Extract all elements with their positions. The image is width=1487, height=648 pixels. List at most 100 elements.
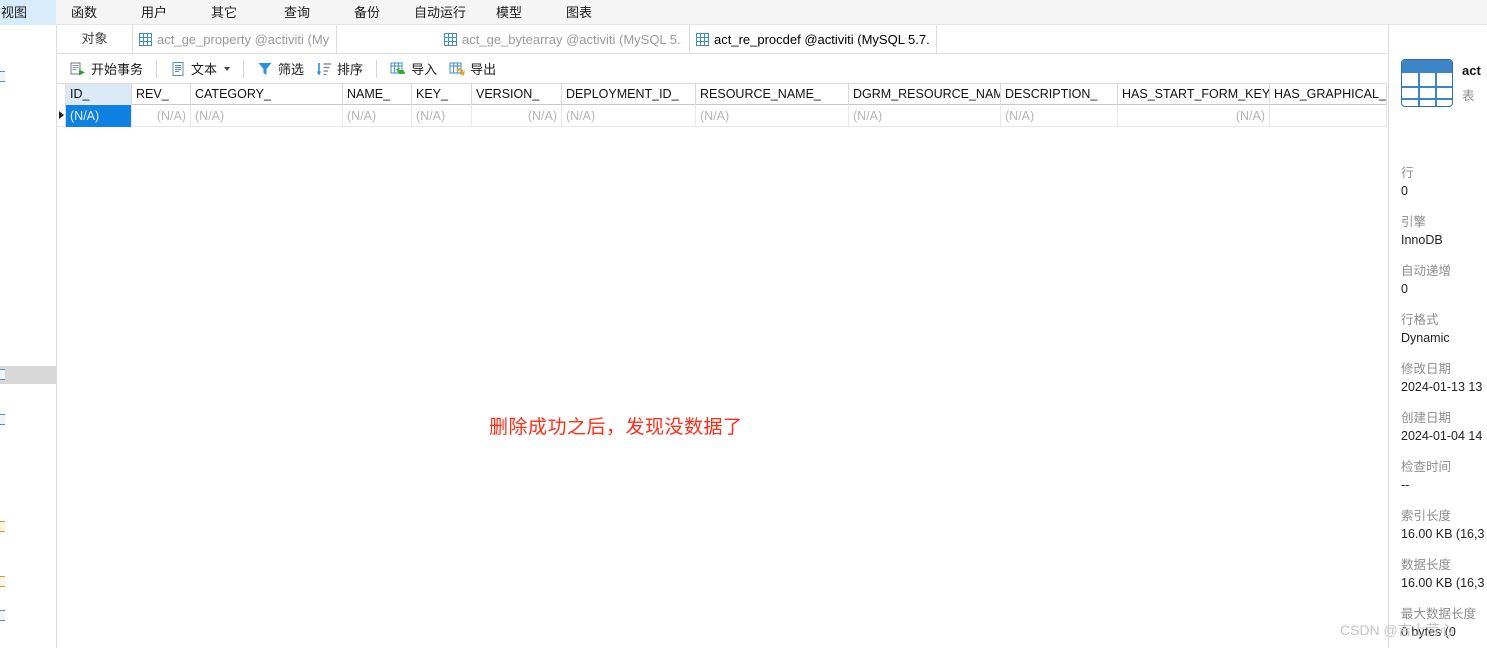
menu-item-0[interactable]: 视图 — [0, 0, 56, 25]
grid-cell-5[interactable]: (N/A) — [472, 105, 562, 127]
toolbar-button-5[interactable]: 导出 — [443, 57, 502, 81]
info-field-key: 数据长度 — [1401, 558, 1452, 572]
grid-corner-cell[interactable] — [57, 84, 66, 105]
toolbar-button-4[interactable]: 导入 — [384, 57, 443, 81]
sidebar-table-icon-2 — [0, 369, 5, 380]
info-panel-subtitle: 表 — [1462, 89, 1475, 103]
info-field-key: 自动递增 — [1401, 264, 1452, 278]
column-header-11[interactable]: HAS_GRAPHICAL_NO — [1270, 84, 1387, 105]
grid-cell-7[interactable]: (N/A) — [696, 105, 849, 127]
column-header-3[interactable]: NAME_ — [343, 84, 412, 105]
grid-cell-6[interactable]: (N/A) — [562, 105, 696, 127]
menu-item-1[interactable]: 函数 — [62, 0, 112, 25]
info-field-6: 检查时间 -- — [1401, 459, 1487, 494]
row-current-marker — [57, 105, 66, 127]
menu-item-2[interactable]: 用户 — [132, 0, 182, 25]
grid-cell-9[interactable]: (N/A) — [1001, 105, 1118, 127]
editor-tab-2[interactable]: act_re_procdef @activiti (MySQL 5.7.... — [690, 25, 937, 53]
info-field-5: 创建日期 2024-01-04 14 — [1401, 410, 1487, 445]
info-field-7: 索引长度 16.00 KB (16,3 — [1401, 508, 1487, 543]
tab-objects[interactable]: 对象 — [57, 25, 133, 53]
data-grid: ID_ REV_ CATEGORY_ NAME_ KEY_ VERSION_ DEPLOYM… — [57, 84, 1387, 648]
sidebar-view-icon-1 — [0, 521, 5, 532]
toolbar-button-1[interactable]: 文本 — [164, 57, 236, 81]
text-icon — [170, 61, 186, 77]
info-field-9: 最大数据长度 0 bytes (0 — [1401, 606, 1487, 641]
column-header-1[interactable]: REV_ — [132, 84, 191, 105]
grid-icon — [139, 32, 152, 46]
nav-window: 视图 函数 用户 其它 查询 备份 自动运行 模型 图表 对象 act_ge_property … — [0, 0, 1487, 648]
grid-cell-4[interactable]: (N/A) — [412, 105, 472, 127]
grid-cell-11[interactable] — [1270, 105, 1387, 127]
toolbar-button-2[interactable]: 筛选 — [251, 57, 310, 81]
info-field-key: 最大数据长度 — [1401, 607, 1477, 621]
info-field-value: -- — [1401, 478, 1410, 492]
editor-tab-0[interactable]: act_ge_property @activiti (MySQL 5.... — [133, 25, 337, 53]
export-icon — [449, 61, 466, 77]
editor-tab-label: act_re_procdef @activiti (MySQL 5.7.... — [714, 31, 929, 47]
column-header-0[interactable]: ID_ — [66, 84, 132, 105]
info-field-key: 创建日期 — [1401, 411, 1452, 425]
annotation-text: 删除成功之后，发现没数据了 — [489, 417, 743, 438]
menu-item-3[interactable]: 其它 — [202, 0, 252, 25]
toolbar-button-label: 文本 — [191, 62, 218, 77]
grid-cell-1[interactable]: (N/A) — [132, 105, 191, 127]
column-header-2[interactable]: CATEGORY_ — [191, 84, 343, 105]
column-header-8[interactable]: DGRM_RESOURCE_NAME_ — [849, 84, 1001, 105]
info-field-value: InnoDB — [1401, 233, 1443, 247]
info-field-value: 2024-01-04 14 — [1401, 429, 1483, 443]
info-panel-fields: 行 0 引擎 InnoDB 自动递增 0 行格式 Dynamic 修改日期 2024-01-13 … — [1401, 165, 1487, 648]
column-header-4[interactable]: KEY_ — [412, 84, 472, 105]
info-field-key: 引擎 — [1401, 215, 1427, 229]
editor-tab-label: act_ge_bytearray @activiti (MySQL 5.... — [462, 31, 682, 47]
sidebar-selected-row[interactable] — [0, 366, 56, 384]
menu-item-8[interactable]: 图表 — [557, 0, 607, 25]
toolbar-separator — [376, 59, 378, 78]
chevron-down-icon[interactable] — [224, 66, 231, 71]
grid-icon — [444, 32, 457, 46]
column-header-6[interactable]: DEPLOYMENT_ID_ — [562, 84, 696, 105]
info-field-key: 修改日期 — [1401, 362, 1452, 376]
column-header-9[interactable]: DESCRIPTION_ — [1001, 84, 1118, 105]
info-field-2: 自动递增 0 — [1401, 263, 1487, 298]
info-field-1: 引擎 InnoDB — [1401, 214, 1487, 249]
column-header-7[interactable]: RESOURCE_NAME_ — [696, 84, 849, 105]
import-icon — [390, 61, 406, 77]
info-field-key: 行 — [1401, 166, 1414, 180]
sidebar-table-icon-1 — [0, 71, 5, 82]
menu-item-6[interactable]: 自动运行 — [405, 0, 481, 25]
sidebar-query-icon — [0, 610, 5, 621]
grid-cell-8[interactable]: (N/A) — [849, 105, 1001, 127]
info-field-value: 16.00 KB (16,3 — [1401, 576, 1485, 590]
info-panel-title: act — [1462, 63, 1481, 78]
info-field-0: 行0 — [1401, 165, 1487, 200]
info-field-value: Dynamic — [1401, 331, 1450, 345]
grid-cell-3[interactable]: (N/A) — [343, 105, 412, 127]
sort-icon — [316, 61, 332, 77]
toolbar-button-0[interactable]: 开始事务 — [64, 57, 149, 81]
info-field-8: 数据长度 16.00 KB (16,3 — [1401, 557, 1487, 592]
menu-bar: 视图 函数 用户 其它 查询 备份 自动运行 模型 图表 — [0, 0, 1487, 25]
menu-item-5[interactable]: 备份 — [345, 0, 395, 25]
info-field-value: 0 bytes (0 — [1401, 625, 1456, 639]
menu-item-7[interactable]: 模型 — [487, 0, 537, 25]
toolbar-button-label: 开始事务 — [91, 62, 144, 77]
begin-transaction-icon — [70, 61, 86, 77]
column-header-10[interactable]: HAS_START_FORM_KEY_ — [1118, 84, 1270, 105]
grid-icon — [696, 32, 709, 46]
grid-cell-2[interactable]: (N/A) — [191, 105, 343, 127]
grid-cell-10[interactable]: (N/A) — [1118, 105, 1270, 127]
table-row[interactable]: (N/A) (N/A) (N/A) (N/A) (N/A) (N/A) (N/A) (N/A)… — [57, 105, 1387, 127]
table-icon — [1401, 59, 1453, 107]
tab-strip-empty-area — [937, 25, 1387, 53]
column-header-5[interactable]: VERSION_ — [472, 84, 562, 105]
info-field-key: 检查时间 — [1401, 460, 1452, 474]
toolbar-button-3[interactable]: 排序 — [310, 57, 369, 81]
object-sidebar-cropped — [0, 25, 57, 648]
info-field-key: 行格式 — [1401, 313, 1439, 327]
editor-tab-1[interactable]: act_ge_bytearray @activiti (MySQL 5.... — [438, 25, 690, 53]
menu-item-4[interactable]: 查询 — [275, 0, 325, 25]
grid-cell-0[interactable]: (N/A) — [66, 105, 132, 127]
info-field-value: 0 — [1401, 184, 1408, 198]
info-field-value: 16.00 KB (16,3 — [1401, 527, 1485, 541]
